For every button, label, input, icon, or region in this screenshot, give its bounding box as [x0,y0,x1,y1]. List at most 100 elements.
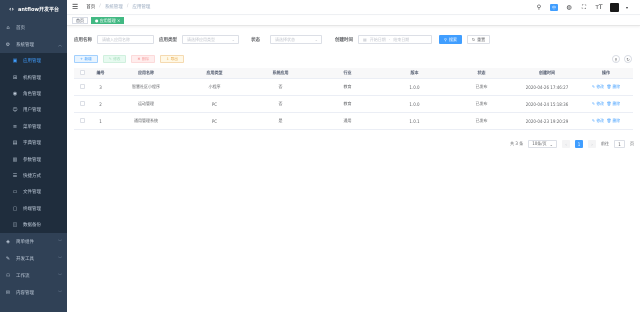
row-edit-link[interactable]: ✎ 修改 [592,118,604,123]
page-number-current[interactable]: 1 [575,140,583,148]
row-delete-link[interactable]: 🗑 删除 [606,118,620,123]
font-size-icon[interactable]: ᴛT [595,4,603,11]
app-type-label: 应用类型 [159,37,177,43]
chevron-down-icon: ﹀ [58,238,62,244]
column-header: 操作 [602,70,610,75]
tag-home[interactable]: 首页 [72,17,88,24]
sidebar-item-menu[interactable]: ≡ 菜单管理 [0,119,67,135]
hamburger-icon[interactable]: ☰ [72,3,78,11]
cell-name: 智慧社区小程序 [132,84,160,89]
sidebar-item-app-management[interactable]: ▣ 应用管理 [0,53,67,69]
app-name-input[interactable]: 请输入应用名称 [97,35,154,44]
calendar-icon: ▦ [363,37,367,42]
chevron-down-icon: ⌄ [231,37,235,42]
avatar[interactable] [609,3,619,12]
tag-app-management[interactable]: ● 应用管理 × [91,17,125,24]
search-toggle-icon[interactable]: ⚲ [612,55,620,63]
next-page-button[interactable]: › [588,140,596,148]
delete-button-label: 删除 [141,56,150,61]
sidebar-item-label: 工作流 [16,273,30,279]
table-row[interactable]: 2 运动管理 PC 否 教育 1.0.0 已发布 2020-04-24 15:1… [74,96,633,113]
status-placeholder: 请选择状态 [275,36,295,42]
sidebar-item-system[interactable]: ⚙ 系统管理 ︿ [0,36,67,53]
sidebar-item-param[interactable]: ▥ 参数管理 [0,151,67,167]
delete-button[interactable]: ✖ 删除 [131,55,156,63]
tool-icon: ✎ [5,255,11,262]
sidebar-item-label: 开发工具 [16,256,34,262]
sidebar-item-shortcut[interactable]: ☰ 快捷方式 [0,168,67,184]
goto-suffix: 页 [630,141,634,146]
prev-page-button[interactable]: ‹ [562,140,570,148]
tag-label: 应用管理 [99,18,116,23]
row-delete-link[interactable]: 🗑 删除 [606,101,620,106]
sidebar-item-components[interactable]: ◈ 简单组件 ﹀ [0,233,67,250]
sidebar-item-label: 首页 [16,25,25,31]
export-button[interactable]: ⇩ 导出 [160,55,184,63]
breadcrumb-home[interactable]: 首页 [86,4,95,10]
sidebar-item-label: 角色管理 [23,91,41,97]
sidebar-item-label: 系统管理 [16,42,34,48]
table-row[interactable]: 3 智慧社区小程序 小程序 否 教育 1.0.0 已发布 2020-04-26 … [74,79,633,96]
sidebar-item-label: 内容管理 [16,290,34,296]
cell-actions: ✎ 修改 🗑 删除 [579,101,633,107]
start-date-placeholder: 开始日期 [369,36,386,42]
row-checkbox[interactable] [74,84,91,90]
row-delete-label: 删除 [612,101,621,106]
date-range-picker[interactable]: ▦ 开始日期 - 结束日期 [358,35,432,44]
sidebar-item-backup[interactable]: ◫ 数据备份 [0,217,67,233]
language-badge[interactable]: 中 [549,4,558,11]
refresh-icon[interactable]: ↻ [624,55,632,63]
sidebar-item-home[interactable]: ⌂ 首页 [0,19,67,36]
app-type-select[interactable]: 请选择应用类型 ⌄ [182,35,239,44]
row-checkbox[interactable] [74,101,91,107]
row-edit-label: 修改 [596,118,604,123]
reset-button[interactable]: ↻ 重置 [467,35,490,44]
close-icon[interactable]: × [117,18,120,23]
caret-down-icon[interactable]: ▾ [626,5,628,10]
row-edit-link[interactable]: ✎ 修改 [592,84,604,89]
sidebar-item-role[interactable]: ◉ 角色管理 [0,86,67,102]
sidebar-item-label: 菜单管理 [23,124,41,130]
sidebar-item-workflow[interactable]: ⚇ 工作流 ﹀ [0,267,67,284]
tags-view: 首页 ● 应用管理 × [67,16,640,26]
table-row[interactable]: 1 通用管理系统 PC 是 通用 1.0.1 已发布 2020-04-23 19… [74,113,633,130]
edit-button[interactable]: ✎ 修改 [102,55,127,63]
status-select[interactable]: 请选择状态 ⌄ [270,35,322,44]
sidebar-item-devtools[interactable]: ✎ 开发工具 ﹀ [0,250,67,267]
column-header: 行业 [343,70,352,75]
table-tools: ⚲ ↻ [612,55,632,63]
select-all-checkbox[interactable] [74,70,91,76]
pagination: 共 3 条 10条/页 ⌄ ‹ 1 › 前往 1 页 [510,140,634,148]
fullscreen-icon[interactable]: ⛶ [580,4,588,12]
sidebar-item-user[interactable]: ☺ 用户管理 [0,102,67,118]
cell-system: 否 [278,101,283,106]
search-button[interactable]: ⚲ 搜索 [439,35,462,44]
cell-industry: 通用 [343,118,352,123]
search-icon[interactable]: ⚲ [535,4,543,11]
app-icon: ▣ [12,58,18,65]
header-tools: ⚲ 中 ◍ ⛶ ᴛT ▾ [535,3,628,12]
add-button[interactable]: + 新增 [74,55,98,63]
sidebar-item-file[interactable]: ▭ 文件管理 [0,184,67,200]
goto-page-input[interactable]: 1 [614,140,625,148]
sidebar-item-terminal[interactable]: ▢ 终端管理 [0,201,67,217]
row-edit-link[interactable]: ✎ 修改 [592,101,604,106]
row-delete-link[interactable]: 🗑 删除 [606,84,620,89]
sidebar-item-label: 快捷方式 [23,173,41,179]
sidebar-item-content[interactable]: ✉ 内容管理 ﹀ [0,284,67,301]
sidebar-item-dict[interactable]: ▤ 字典管理 [0,135,67,151]
cell-created: 2020-04-24 15:18:36 [525,101,569,107]
reset-button-label: 重置 [477,36,486,42]
org-icon: ⊞ [12,74,18,81]
row-checkbox[interactable] [74,118,91,124]
page-size-select[interactable]: 10条/页 ⌄ [528,140,557,148]
main-content: 应用名称 请输入应用名称 应用类型 请选择应用类型 ⌄ 状态 请选择状态 ⌄ 创建时… [67,26,640,312]
github-icon[interactable]: ◍ [565,4,573,11]
cell-type: PC [211,101,218,107]
end-date-placeholder: 结束日期 [393,36,410,42]
role-icon: ◉ [12,90,18,97]
app-logo[interactable]: ‹› antflow开发平台 [0,0,67,19]
home-icon: ⌂ [6,24,10,31]
sidebar-item-org[interactable]: ⊞ 机构管理 [0,69,67,85]
chevron-down-icon: ﹀ [58,255,62,261]
